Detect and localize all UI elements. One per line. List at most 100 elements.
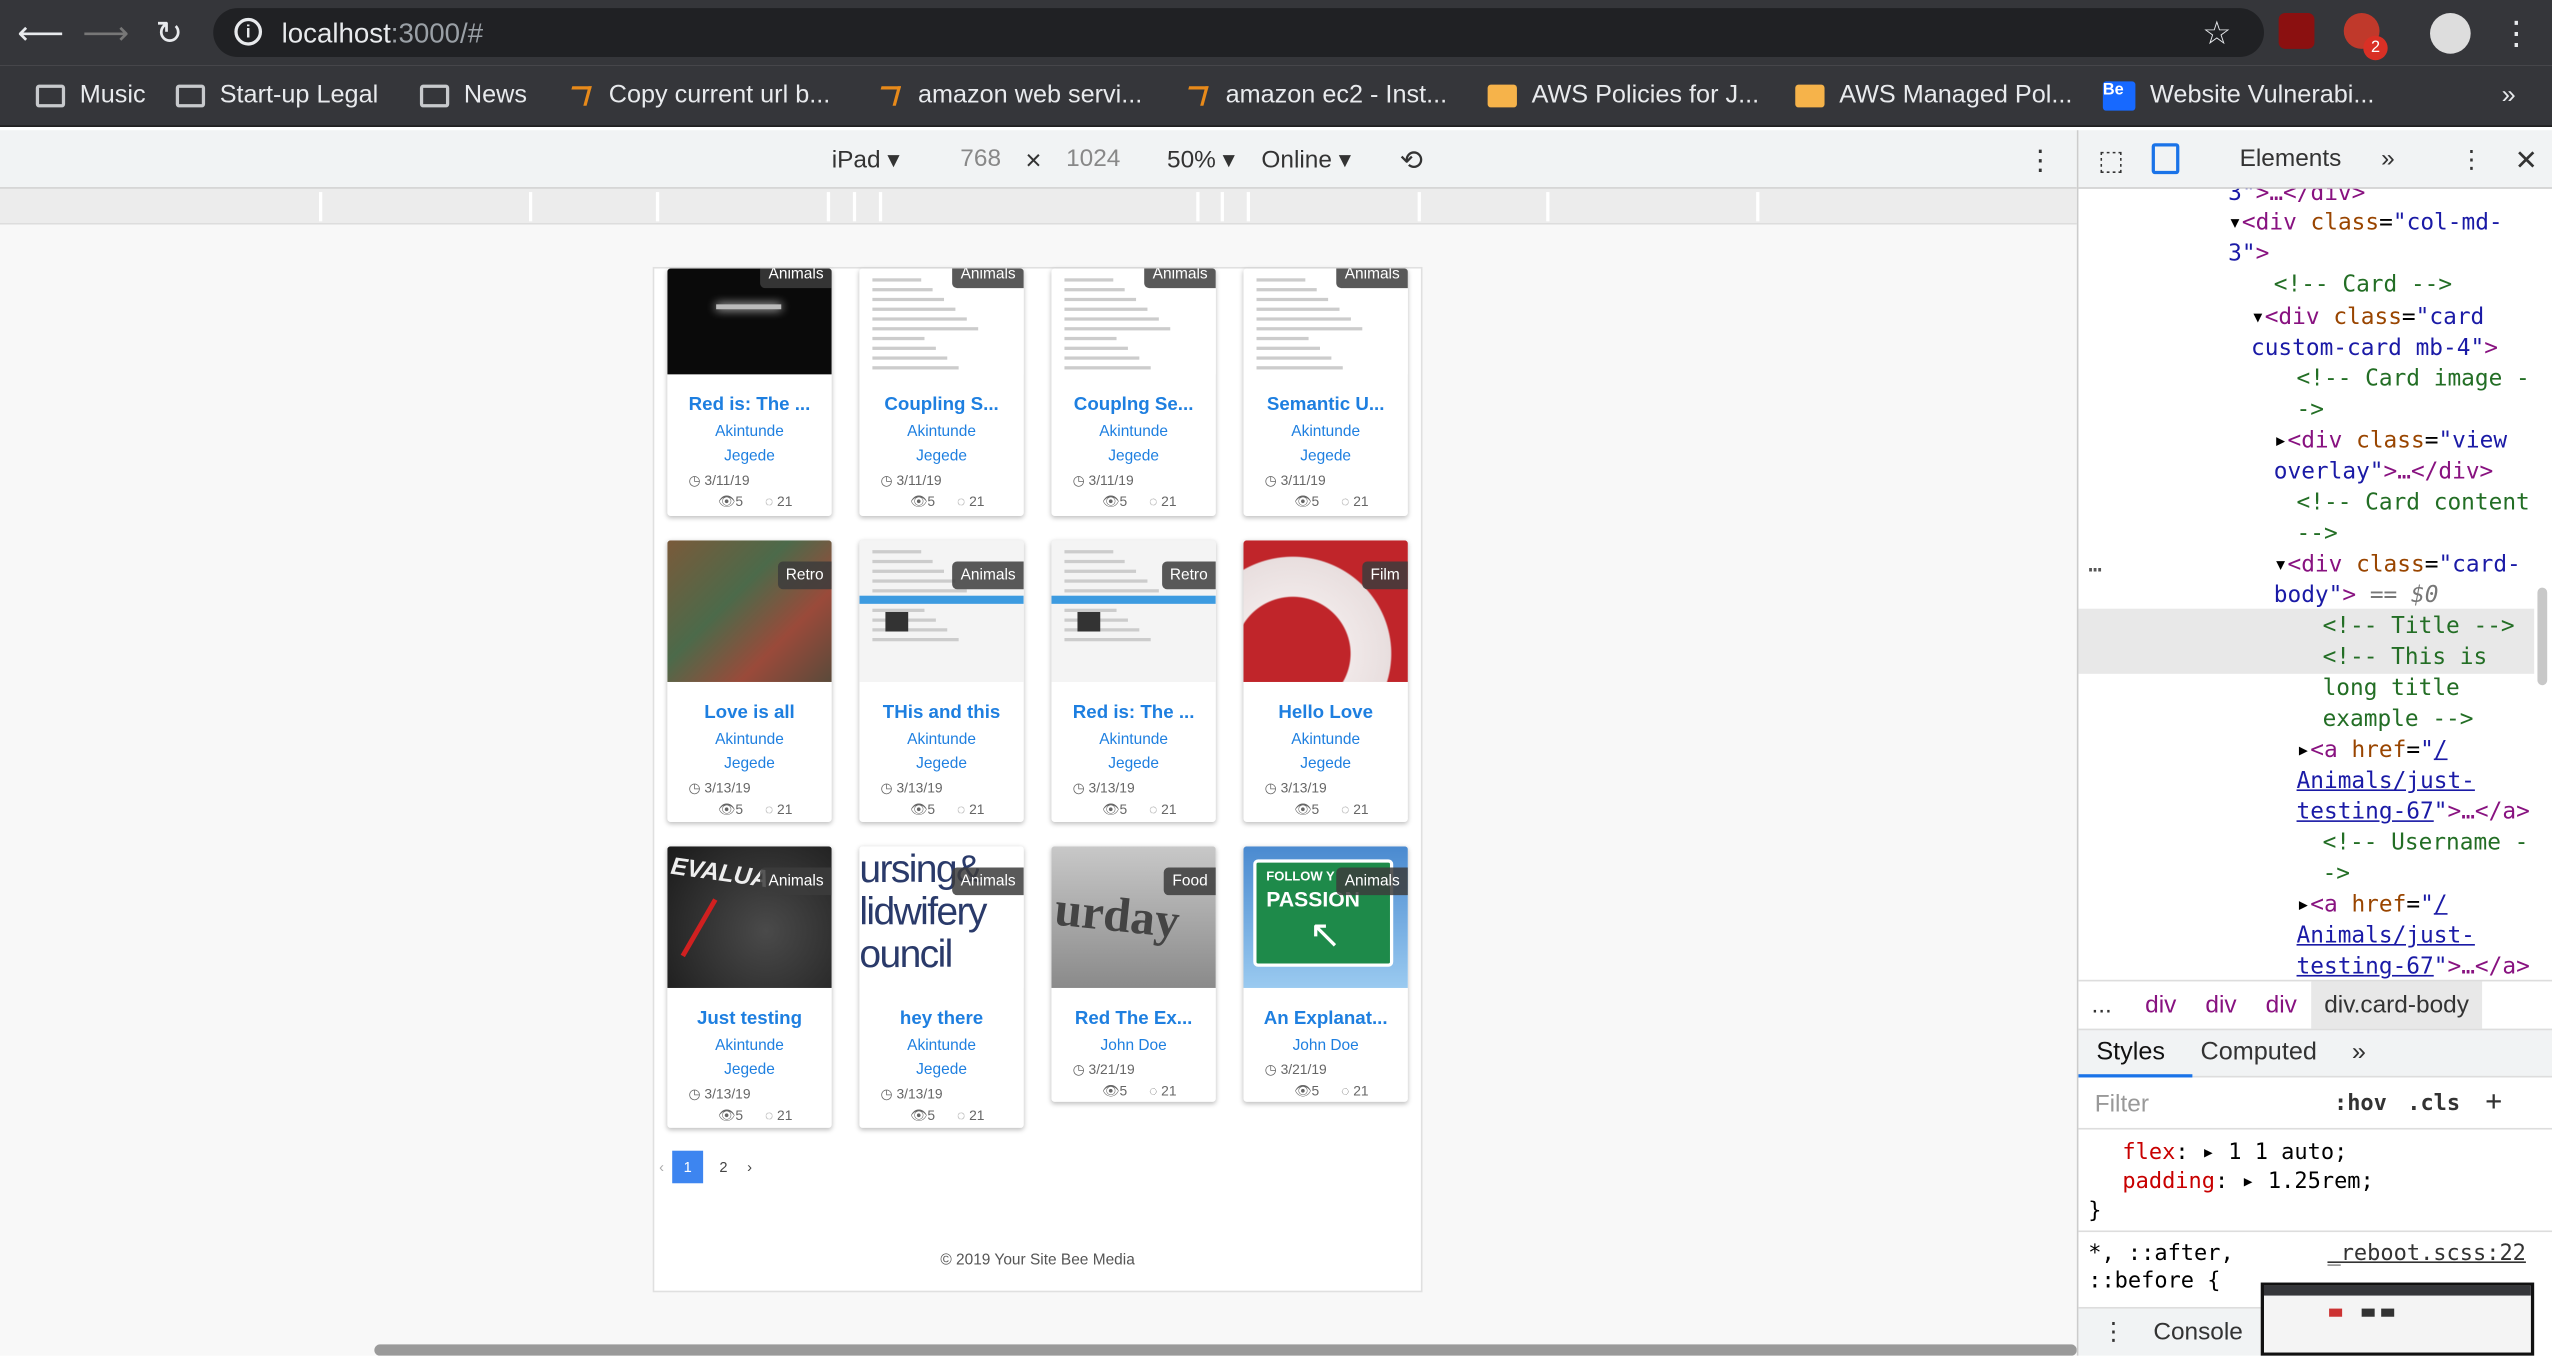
device-select[interactable]: iPad ▾	[832, 145, 900, 174]
article-card[interactable]: Animals THis and this Akintunde Jegede ◷ 3/…	[859, 540, 1024, 822]
more-style-tabs-icon[interactable]: »	[2352, 1038, 2366, 1067]
bookmark-star-icon[interactable]: ☆	[2202, 13, 2231, 54]
article-card[interactable]: Animals Couplng Se... Akintunde Jegede ◷ 3/…	[1051, 268, 1216, 516]
device-height-input[interactable]: 1024	[1066, 145, 1120, 173]
css-selector[interactable]: *, ::after,	[2088, 1240, 2234, 1266]
card-title-link[interactable]: Red is: The ...	[1051, 703, 1215, 723]
article-card[interactable]: ursing& lidwifery ouncil Animals hey there Ak…	[859, 846, 1024, 1128]
bookmark-news[interactable]: News	[419, 78, 527, 114]
bookmark-amazon-ec2[interactable]: amazon ec2 - Inst...	[1182, 78, 1448, 114]
devtools-menu-icon[interactable]: ⋮	[2459, 145, 2483, 174]
card-author-link[interactable]: John Doe	[1051, 1034, 1215, 1058]
bookmark-copy-url[interactable]: Copy current url b...	[565, 78, 831, 114]
media-query-bar[interactable]	[0, 188, 2077, 225]
pager-page-1[interactable]: 1	[672, 1150, 704, 1184]
tab-elements[interactable]: Elements	[2240, 145, 2342, 173]
category-badge[interactable]: Retro	[1161, 561, 1216, 590]
bookmark-aws-managed[interactable]: AWS Managed Pol...	[1795, 78, 2072, 114]
site-info-icon[interactable]: i	[234, 17, 263, 46]
css-source-link[interactable]: _reboot.scss:22	[2327, 1240, 2525, 1266]
css-val-padding[interactable]: 1.25rem;	[2268, 1169, 2374, 1195]
article-card[interactable]: Animals Red is: The ... Akintunde Jegede ◷ …	[667, 268, 832, 516]
article-card[interactable]: Animals Semantic U... Akintunde Jegede ◷ 3/…	[1243, 268, 1408, 516]
crumb-div-2[interactable]: div	[2205, 991, 2236, 1019]
forward-arrow-icon[interactable]: ⟶	[82, 10, 129, 56]
zoom-select[interactable]: 50% ▾	[1167, 145, 1235, 174]
card-title-link[interactable]: Coupling S...	[859, 396, 1023, 416]
category-badge[interactable]: Animals	[760, 268, 832, 289]
card-title-link[interactable]: THis and this	[859, 703, 1023, 723]
article-card[interactable]: urday Food Red The Ex... John Doe ◷ 3/21/19 👁…	[1051, 846, 1216, 1102]
console-drawer[interactable]: ⋮ Console	[2078, 1306, 2261, 1356]
profile-avatar[interactable]	[2430, 13, 2471, 54]
article-card[interactable]: Retro Red is: The ... Akintunde Jegede ◷ 3/…	[1051, 540, 1216, 822]
card-title-link[interactable]: Semantic U...	[1243, 396, 1407, 416]
bookmark-website-vuln[interactable]: Be Website Vulnerabi...	[2102, 78, 2374, 114]
css-prop-flex[interactable]: flex	[2122, 1139, 2175, 1165]
device-width-input[interactable]: 768	[960, 145, 1001, 173]
reload-icon[interactable]: ↻	[146, 10, 192, 56]
card-title-link[interactable]: Just testing	[667, 1009, 831, 1029]
category-badge[interactable]: Film	[1362, 561, 1408, 590]
crumb-div-1[interactable]: div	[2145, 991, 2176, 1019]
card-title-link[interactable]: Red is: The ...	[667, 396, 831, 416]
close-devtools-icon[interactable]: ✕	[2515, 145, 2538, 178]
article-card[interactable]: FOLLOW Y PASSION ↖ Animals An Explanat... Joh…	[1243, 846, 1408, 1102]
card-title-link[interactable]: Hello Love	[1243, 703, 1407, 723]
screenshot-thumbnail[interactable]	[2260, 1282, 2535, 1356]
category-badge[interactable]: Animals	[952, 268, 1024, 289]
pager-page-2[interactable]: 2	[719, 1159, 727, 1175]
pager-prev[interactable]: ‹	[659, 1159, 664, 1175]
crumb-div-3[interactable]: div	[2266, 991, 2297, 1019]
pager-next[interactable]: ›	[747, 1159, 752, 1175]
menu-kebab-icon[interactable]: ⋮	[2493, 10, 2539, 56]
card-author-link[interactable]: John Doe	[1243, 1034, 1407, 1058]
network-select[interactable]: Online ▾	[1261, 145, 1351, 174]
category-badge[interactable]: Animals	[1144, 268, 1216, 289]
cls-toggle[interactable]: .cls	[2407, 1090, 2460, 1116]
card-author-link[interactable]: Akintunde Jegede	[859, 1034, 1023, 1083]
css-val-flex[interactable]: 1 1 auto;	[2228, 1139, 2347, 1165]
card-author-link[interactable]: Akintunde Jegede	[859, 728, 1023, 777]
back-arrow-icon[interactable]: ⟵	[17, 10, 64, 56]
card-author-link[interactable]: Akintunde Jegede	[1243, 728, 1407, 777]
category-badge[interactable]: Retro	[777, 561, 832, 590]
card-author-link[interactable]: Akintunde Jegede	[667, 420, 831, 469]
hov-toggle[interactable]: :hov	[2334, 1090, 2387, 1116]
card-author-link[interactable]: Akintunde Jegede	[1051, 728, 1215, 777]
device-toggle-icon[interactable]	[2151, 143, 2180, 175]
console-tab[interactable]: Console	[2153, 1318, 2243, 1346]
styles-filter-input[interactable]: Filter	[2084, 1083, 2330, 1124]
css-prop-padding[interactable]: padding	[2122, 1169, 2215, 1195]
category-badge[interactable]: Food	[1164, 867, 1216, 896]
card-author-link[interactable]: Akintunde Jegede	[1243, 420, 1407, 469]
card-title-link[interactable]: Love is all	[667, 703, 831, 723]
tab-computed[interactable]: Computed	[2201, 1038, 2317, 1067]
crumb-more[interactable]: ...	[2091, 991, 2111, 1019]
article-card[interactable]: Film Hello Love Akintunde Jegede ◷ 3/13/19 👁…	[1243, 540, 1408, 822]
ublock-extension-icon[interactable]	[2278, 13, 2315, 49]
bookmarks-overflow-icon[interactable]: »	[2502, 78, 2516, 114]
crumb-card-body[interactable]: div.card-body	[2311, 981, 2482, 1029]
rotate-icon[interactable]: ⟲	[1400, 145, 1423, 178]
dom-tree[interactable]: 3">…</div> ▾<div class="col-md- 3"> <!--…	[2078, 189, 2552, 980]
category-badge[interactable]: Animals	[952, 867, 1024, 896]
card-author-link[interactable]: Akintunde Jegede	[1051, 420, 1215, 469]
bookmark-aws-policies[interactable]: AWS Policies for J...	[1487, 78, 1759, 114]
bookmark-music[interactable]: Music	[35, 78, 146, 114]
bookmark-startup-legal[interactable]: Start-up Legal	[175, 78, 378, 114]
bookmark-amazon-web-services[interactable]: amazon web servi...	[874, 78, 1142, 114]
article-card[interactable]: Retro Love is all Akintunde Jegede ◷ 3/13/1…	[667, 540, 832, 822]
card-title-link[interactable]: Red The Ex...	[1051, 1009, 1215, 1029]
horizontal-scrollbar[interactable]	[374, 1344, 2077, 1356]
category-badge[interactable]: Animals	[760, 867, 832, 896]
category-badge[interactable]: Animals	[952, 561, 1024, 590]
dom-scrollbar[interactable]	[2537, 587, 2548, 686]
new-rule-plus-icon[interactable]: +	[2485, 1086, 2502, 1119]
category-badge[interactable]: Animals	[1336, 268, 1408, 289]
inspect-element-icon[interactable]: ⬚	[2098, 145, 2124, 178]
card-title-link[interactable]: An Explanat...	[1243, 1009, 1407, 1029]
article-card[interactable]: Animals Coupling S... Akintunde Jegede ◷ 3/…	[859, 268, 1024, 516]
article-card[interactable]: EVALUA Animals Just testing Akintunde Jeged…	[667, 846, 832, 1128]
address-bar[interactable]: i localhost:3000/# ☆	[213, 8, 2264, 57]
